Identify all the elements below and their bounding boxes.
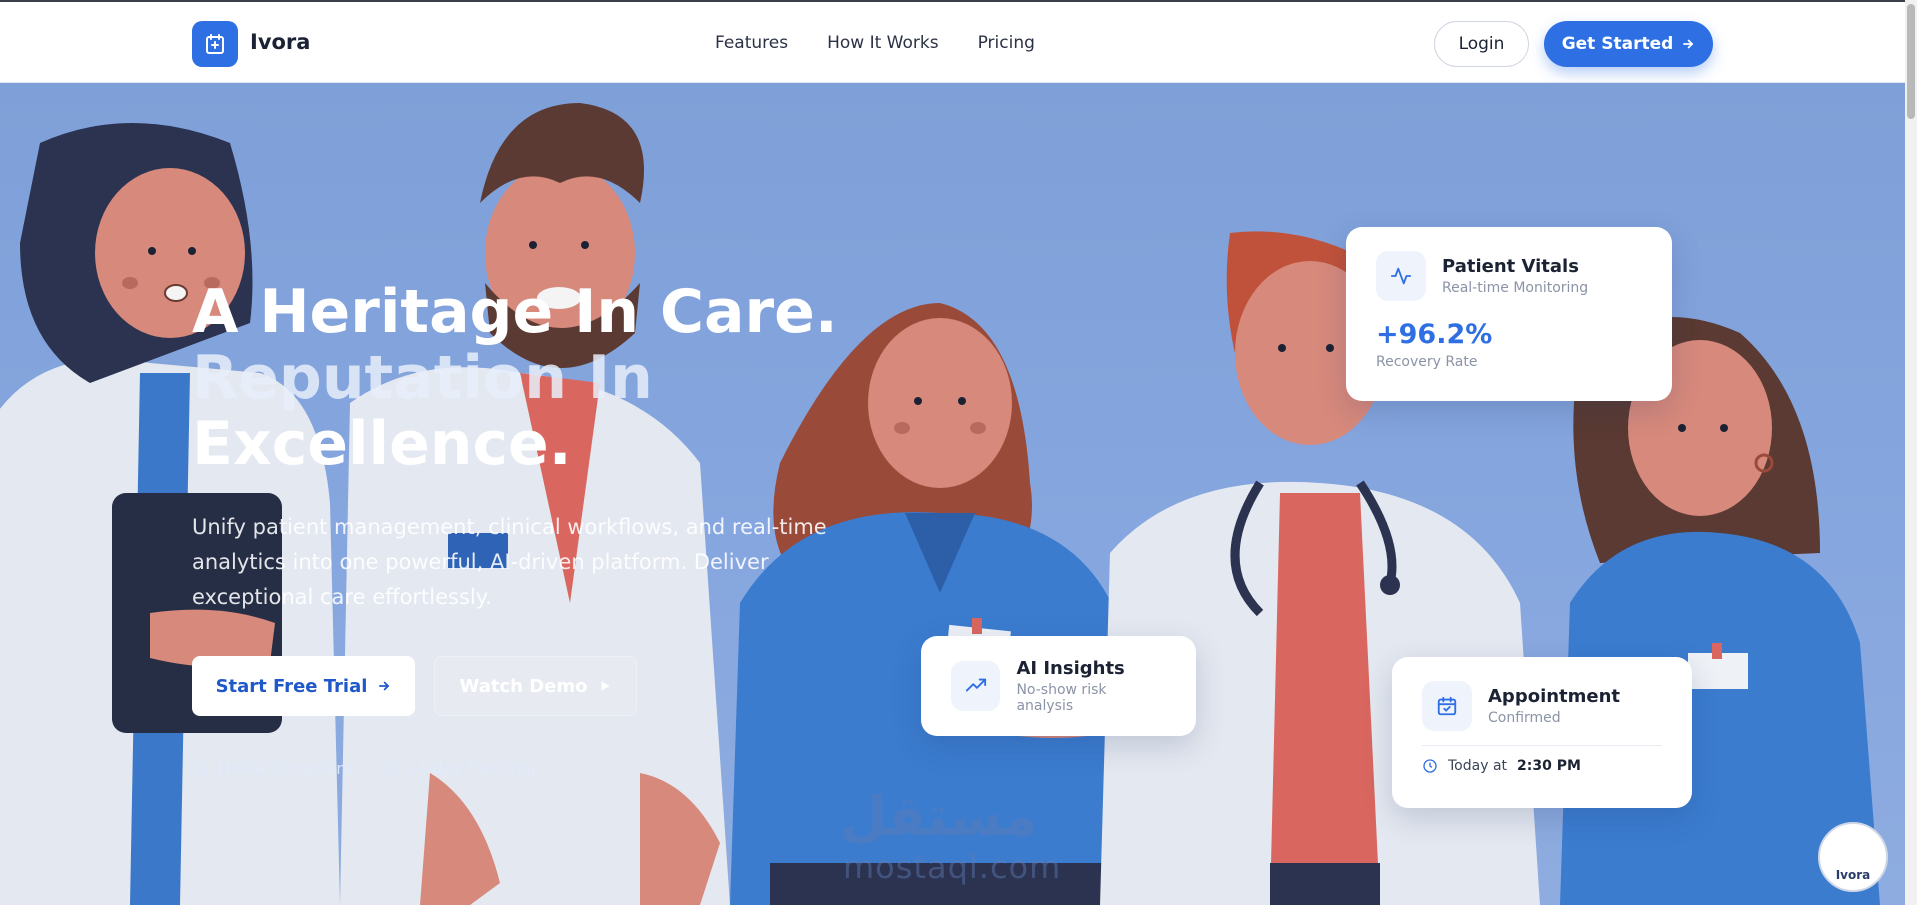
nav-links: Features How It Works Pricing <box>715 33 1035 53</box>
nurse-figure-right <box>1560 317 1880 905</box>
headline-line-1: A Heritage In Care. <box>192 277 838 347</box>
logo-calendar-plus-icon[interactable] <box>192 21 238 67</box>
badge-hipaa-label: HIPAA Compliant <box>218 759 353 778</box>
watch-demo-button[interactable]: Watch Demo <box>434 656 637 716</box>
scrollbar-track[interactable] <box>1905 0 1917 905</box>
appointment-time-prefix: Today at <box>1448 758 1508 774</box>
ai-insights-title: AI Insights <box>1016 658 1125 679</box>
trending-up-icon <box>951 661 1001 711</box>
headline-line-2: Reputation In <box>192 343 653 413</box>
nav-link-features[interactable]: Features <box>715 33 788 53</box>
patient-vitals-card: Patient Vitals Real-time Monitoring +96.… <box>1346 227 1672 401</box>
calendar-check-icon <box>1422 681 1472 731</box>
appointment-title: Appointment <box>1488 686 1621 707</box>
start-free-trial-button[interactable]: Start Free Trial <box>192 656 415 716</box>
watch-demo-label: Watch Demo <box>459 675 588 697</box>
hero-headline: A Heritage In Care. Reputation In Excell… <box>192 279 838 477</box>
appointment-time-value: 2:30 PM <box>1517 758 1581 774</box>
seal-logo: Ivora <box>1818 822 1888 892</box>
headline-line-3: Excellence. <box>192 409 572 479</box>
ai-insights-subtitle: No-show risk analysis <box>1016 682 1107 714</box>
brand-name[interactable]: Ivora <box>250 30 310 54</box>
vitals-title: Patient Vitals <box>1442 256 1579 277</box>
appointment-status: Confirmed <box>1488 710 1561 726</box>
appointment-card: Appointment Confirmed Today at 2:30 PM <box>1392 657 1692 808</box>
arrow-right-icon <box>379 681 390 691</box>
nav-link-how-it-works[interactable]: How It Works <box>827 33 938 53</box>
shield-check-icon <box>196 761 208 776</box>
vitals-subtitle: Real-time Monitoring <box>1442 280 1589 296</box>
appointment-time: Today at 2:30 PM <box>1422 758 1662 774</box>
recovery-rate-label: Recovery Rate <box>1376 354 1478 370</box>
clock-icon <box>1423 759 1437 773</box>
badge-trial-label: 14-day free trial <box>406 759 536 778</box>
recovery-rate-value: +96.2% <box>1376 319 1493 350</box>
badge-hipaa: HIPAA Compliant <box>194 759 353 778</box>
hero-subtitle: Unify patient management, clinical workf… <box>192 515 827 609</box>
watermark-arabic: مستقل <box>840 785 1038 848</box>
trust-badges: HIPAA Compliant 14-day free trial <box>194 759 535 778</box>
doctor-figure-bearded <box>340 103 730 905</box>
appointment-divider <box>1422 745 1662 746</box>
login-button[interactable]: Login <box>1434 21 1529 67</box>
activity-icon <box>1376 251 1426 301</box>
watermark-latin: mostaql.com <box>843 848 1062 886</box>
start-free-trial-label: Start Free Trial <box>215 675 368 697</box>
get-started-label: Get Started <box>1561 34 1674 54</box>
shield-check-icon <box>384 761 397 776</box>
arrow-right-icon <box>1683 39 1694 49</box>
badge-trial: 14-day free trial <box>383 759 536 778</box>
ai-insights-card: AI Insights No-show risk analysis <box>921 636 1196 736</box>
nav-link-pricing[interactable]: Pricing <box>978 33 1035 53</box>
navbar: Ivora Features How It Works Pricing Logi… <box>0 0 1905 83</box>
scrollbar-thumb[interactable] <box>1907 4 1915 119</box>
get-started-button[interactable]: Get Started <box>1544 21 1713 67</box>
play-icon <box>601 681 610 691</box>
